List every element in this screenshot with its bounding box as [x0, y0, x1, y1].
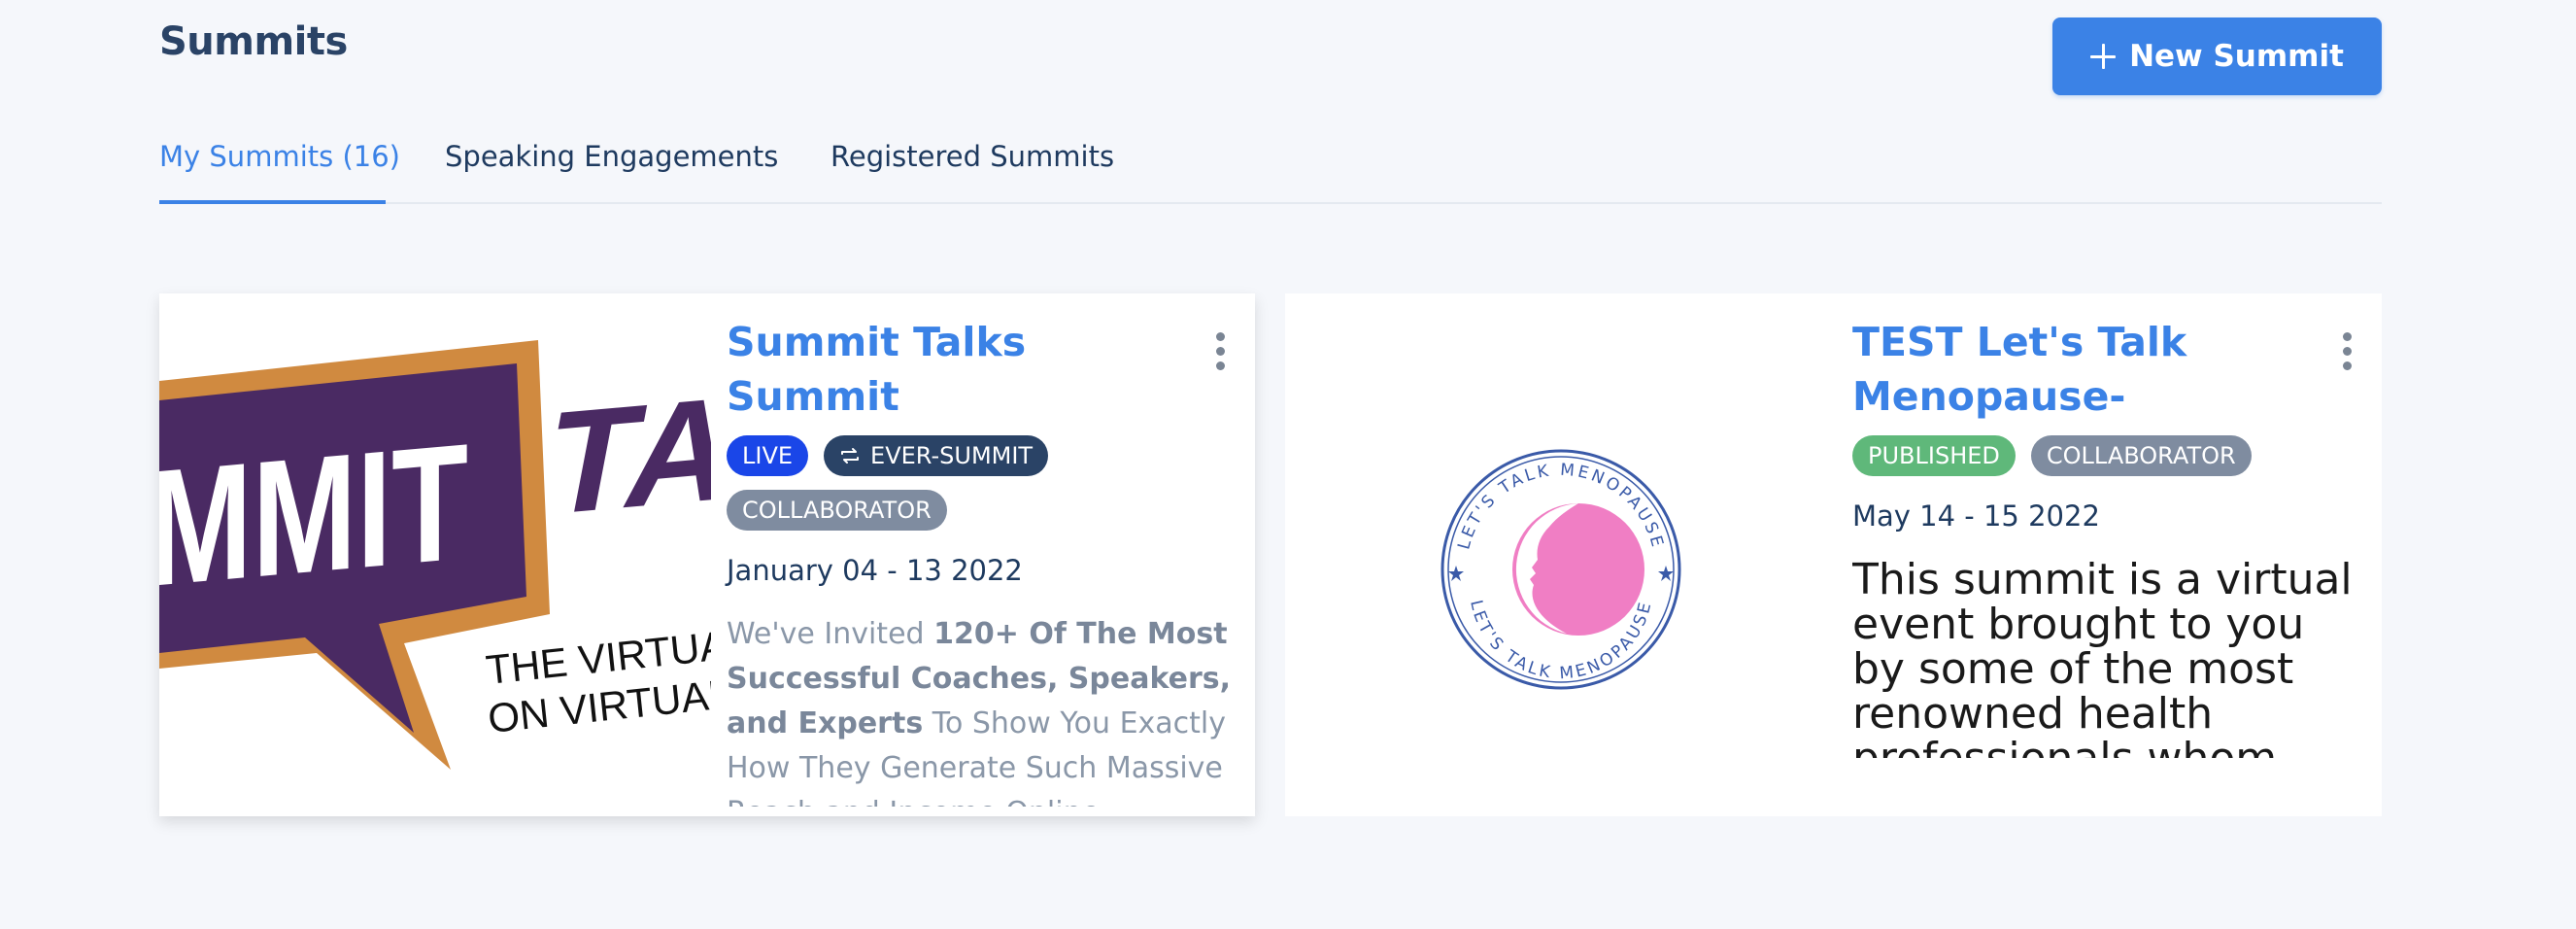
repeat-icon: [841, 448, 860, 464]
summit-card-image[interactable]: LET'S TALK MENOPAUSE LET'S TALK MENOPAUS…: [1285, 293, 1837, 816]
status-badge-ever-summit: EVER-SUMMIT: [824, 435, 1049, 476]
summit-card-title[interactable]: TEST Let's Talk Menopause-: [1852, 315, 2357, 424]
summit-card[interactable]: LET'S TALK MENOPAUSE LET'S TALK MENOPAUS…: [1285, 293, 2382, 816]
tab-speaking-engagements[interactable]: Speaking Engagements: [445, 140, 778, 204]
summit-tabs: My Summits (16) Speaking Engagements Reg…: [159, 126, 2382, 204]
summit-card-date: May 14 - 15 2022: [1852, 499, 2100, 533]
summit-card-badges: LIVE EVER-SUMMIT COLLABORATOR: [727, 435, 1154, 531]
tab-my-summits[interactable]: My Summits (16): [159, 140, 400, 204]
tab-registered-summits[interactable]: Registered Summits: [830, 140, 1114, 204]
logo-text-mmit: MMIT: [159, 409, 468, 622]
summit-card-title[interactable]: Summit Talks Summit: [727, 315, 1232, 424]
summit-card-description: This summit is a virtual event brought t…: [1852, 558, 2353, 758]
role-badge-collaborator: COLLABORATOR: [727, 490, 947, 531]
more-options-icon[interactable]: [2343, 332, 2353, 371]
summit-card-image[interactable]: MMIT TA THE VIRTUA ON VIRTUAL: [159, 293, 711, 816]
summit-card-date: January 04 - 13 2022: [727, 554, 1023, 587]
new-summit-button[interactable]: New Summit: [2052, 17, 2382, 95]
new-summit-button-label: New Summit: [2129, 39, 2344, 74]
page-title: Summits: [159, 19, 348, 64]
summit-card[interactable]: MMIT TA THE VIRTUA ON VIRTUAL Summit Tal…: [159, 293, 1255, 816]
summit-card-badges: PUBLISHED COLLABORATOR: [1852, 435, 2280, 476]
summit-talks-logo: MMIT TA THE VIRTUA ON VIRTUAL: [159, 340, 711, 770]
summit-card-description: We've Invited 120+ Of The Most Successfu…: [727, 617, 1231, 807]
plus-icon: [2090, 44, 2117, 69]
logo-text-ta: TA: [548, 366, 711, 545]
more-options-icon[interactable]: [1216, 332, 1226, 371]
status-badge-published: PUBLISHED: [1852, 435, 2016, 476]
lets-talk-menopause-logo: LET'S TALK MENOPAUSE LET'S TALK MENOPAUS…: [1441, 449, 1681, 690]
role-badge-collaborator: COLLABORATOR: [2030, 435, 2252, 476]
summit-card-body: Summit Talks Summit LIVE EVER-SUMMIT COL…: [727, 315, 1232, 807]
status-badge-live: LIVE: [727, 435, 809, 476]
summit-card-body: TEST Let's Talk Menopause- PUBLISHED COL…: [1852, 315, 2357, 758]
